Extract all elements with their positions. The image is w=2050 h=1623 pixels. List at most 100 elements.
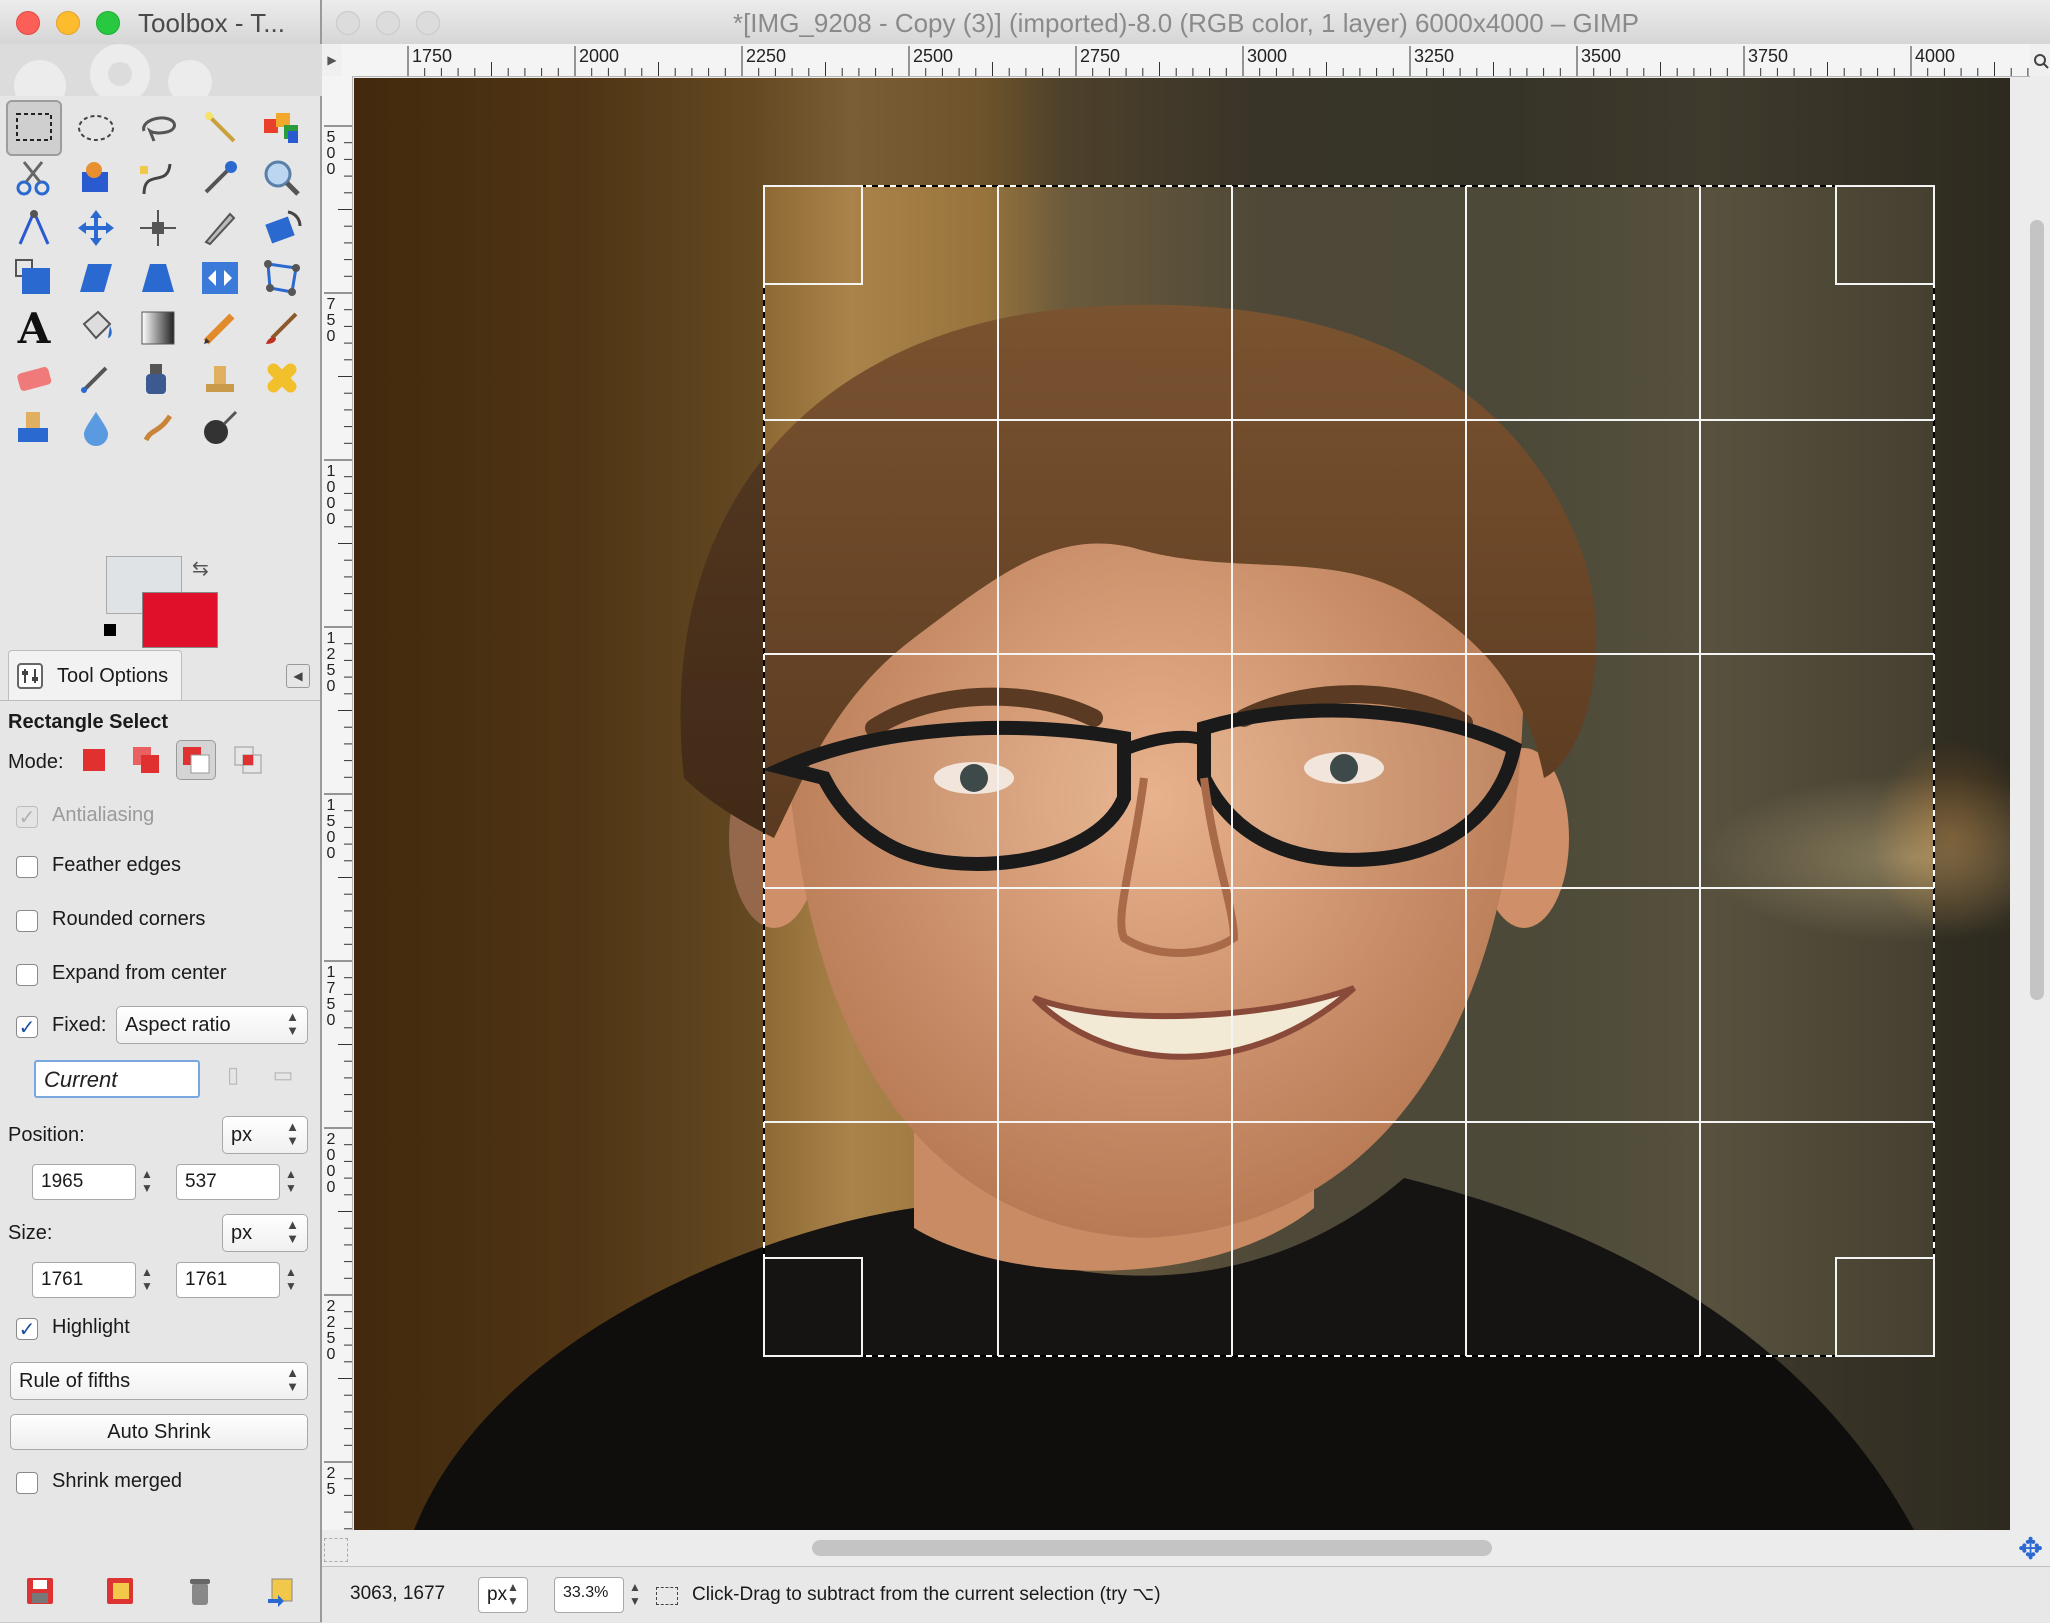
fixed-checkbox[interactable]: ✓ bbox=[16, 1016, 38, 1039]
tool-name: Rectangle Select bbox=[8, 711, 169, 733]
selection-rectangle[interactable] bbox=[354, 78, 2010, 1530]
mode-subtract-button[interactable] bbox=[176, 740, 216, 780]
scissors-select-tool[interactable] bbox=[6, 150, 62, 206]
position-y-input[interactable]: 537 ▲ ▼ bbox=[176, 1164, 297, 1200]
ruler-label: 2000 bbox=[579, 46, 620, 66]
quick-mask-menu-button[interactable]: ▶ bbox=[322, 44, 342, 76]
image-window: *[IMG_9208 - Copy (3)] (imported)-8.0 (R… bbox=[322, 0, 2050, 1623]
text-tool[interactable]: A bbox=[6, 300, 62, 356]
heal-tool[interactable] bbox=[254, 350, 310, 406]
fuzzy-select-tool[interactable] bbox=[192, 100, 248, 156]
blend-tool[interactable] bbox=[130, 300, 186, 356]
rotate-tool[interactable] bbox=[254, 200, 310, 256]
image-titlebar: *[IMG_9208 - Copy (3)] (imported)-8.0 (R… bbox=[322, 0, 2050, 45]
reset-options-icon[interactable] bbox=[264, 1575, 296, 1607]
zoom-window-button[interactable] bbox=[96, 11, 120, 35]
horizontal-scrollbar[interactable] bbox=[812, 1540, 1492, 1556]
foreground-color-swatch[interactable] bbox=[142, 592, 218, 648]
cage-transform-tool[interactable] bbox=[254, 250, 310, 306]
portrait-icon[interactable]: ▯ bbox=[218, 1062, 248, 1094]
size-width-input[interactable]: 1761 ▲ ▼ bbox=[32, 1262, 153, 1298]
flip-tool[interactable] bbox=[192, 250, 248, 306]
close-window-button[interactable] bbox=[16, 11, 40, 35]
pencil-tool[interactable] bbox=[192, 300, 248, 356]
foreground-select-tool[interactable] bbox=[68, 150, 124, 206]
rounded-corners-checkbox[interactable] bbox=[16, 910, 38, 932]
unit-select[interactable]: px ▲ ▼ bbox=[478, 1577, 528, 1613]
delete-options-icon[interactable] bbox=[184, 1575, 216, 1607]
aspect-ratio-entry[interactable]: Current bbox=[34, 1060, 200, 1098]
position-unit-select[interactable]: px ▲ ▼ bbox=[222, 1116, 308, 1154]
mode-replace-button[interactable] bbox=[74, 740, 114, 780]
save-options-icon[interactable] bbox=[24, 1575, 56, 1607]
scale-tool[interactable] bbox=[6, 250, 62, 306]
status-bar: 3063, 1677 px ▲ ▼ 33.3% ▲ ▼ Click-Drag to … bbox=[322, 1566, 2050, 1623]
highlight-label: Highlight bbox=[52, 1316, 130, 1338]
color-area: ⇆ bbox=[104, 556, 234, 648]
zoom-select[interactable]: 33.3% ▲ ▼ bbox=[554, 1577, 641, 1613]
bucket-fill-tool[interactable] bbox=[68, 300, 124, 356]
navigate-icon[interactable]: ✥ bbox=[2018, 1532, 2043, 1567]
shear-tool[interactable] bbox=[68, 250, 124, 306]
crop-tool[interactable] bbox=[192, 200, 248, 256]
rotate-icon bbox=[265, 210, 302, 244]
smudge-tool[interactable] bbox=[130, 400, 186, 456]
selection-border bbox=[763, 185, 1935, 1357]
expand-from-center-checkbox[interactable] bbox=[16, 964, 38, 986]
clone-tool[interactable] bbox=[192, 350, 248, 406]
fixed-mode-select[interactable]: Aspect ratio ▲ ▼ bbox=[116, 1006, 308, 1044]
configure-tab-button[interactable]: ◀ bbox=[286, 664, 310, 688]
selection-mode-icon bbox=[656, 1587, 678, 1605]
spin-arrows-icon[interactable]: ▲ ▼ bbox=[137, 1265, 157, 1293]
ruler-horizontal[interactable]: 1750 2000 2250 2500 2750 3000 3250 3500 3750 4000 bbox=[342, 44, 2030, 77]
move-tool[interactable] bbox=[68, 200, 124, 256]
minimize-window-button[interactable] bbox=[56, 11, 80, 35]
mode-add-button[interactable] bbox=[126, 740, 166, 780]
expand-from-center-label: Expand from center bbox=[52, 962, 227, 984]
ruler-vertical[interactable]: 500 750 1000 1250 1500 1750 2000 2250 25 bbox=[322, 76, 353, 1530]
select-by-color-tool[interactable] bbox=[254, 100, 310, 156]
size-unit-select[interactable]: px ▲ ▼ bbox=[222, 1214, 308, 1252]
perspective-tool[interactable] bbox=[130, 250, 186, 306]
ink-tool[interactable] bbox=[130, 350, 186, 406]
measure-tool[interactable] bbox=[6, 200, 62, 256]
image-canvas[interactable] bbox=[354, 78, 2010, 1530]
guides-select[interactable]: Rule of fifths ▲ ▼ bbox=[10, 1362, 308, 1400]
zoom-tool[interactable] bbox=[254, 150, 310, 206]
spin-arrows-icon[interactable]: ▲ ▼ bbox=[625, 1580, 645, 1608]
shrink-merged-checkbox[interactable] bbox=[16, 1472, 38, 1494]
paths-tool[interactable] bbox=[130, 150, 186, 206]
swap-colors-icon[interactable]: ⇆ bbox=[192, 556, 209, 581]
move-arrows-icon bbox=[78, 210, 114, 246]
highlight-checkbox[interactable]: ✓ bbox=[16, 1318, 38, 1341]
eraser-tool[interactable] bbox=[6, 350, 62, 406]
landscape-icon[interactable]: ▭ bbox=[266, 1062, 300, 1094]
airbrush-tool[interactable] bbox=[68, 350, 124, 406]
feather-edges-checkbox[interactable] bbox=[16, 856, 38, 878]
paintbrush-tool[interactable] bbox=[254, 300, 310, 356]
color-picker-tool[interactable] bbox=[192, 150, 248, 206]
tab-tool-options[interactable]: Tool Options bbox=[8, 650, 182, 703]
size-height-input[interactable]: 1761 ▲ ▼ bbox=[176, 1262, 297, 1298]
default-colors-icon[interactable] bbox=[104, 624, 116, 636]
position-x-input[interactable]: 1965 ▲ ▼ bbox=[32, 1164, 153, 1200]
antialiasing-checkbox[interactable]: ✓ bbox=[16, 806, 38, 829]
mode-intersect-button[interactable] bbox=[228, 740, 268, 780]
spin-arrows-icon[interactable]: ▲ ▼ bbox=[137, 1167, 157, 1195]
wilber-watermark-icon bbox=[14, 44, 212, 112]
auto-shrink-button[interactable]: Auto Shrink bbox=[10, 1414, 308, 1450]
ellipse-select-tool[interactable] bbox=[68, 100, 124, 156]
rect-select-tool[interactable] bbox=[6, 100, 62, 156]
dodge-burn-tool[interactable] bbox=[192, 400, 248, 456]
stamp-icon bbox=[206, 366, 234, 392]
alignment-tool[interactable] bbox=[130, 200, 186, 256]
blur-tool[interactable] bbox=[68, 400, 124, 456]
restore-options-icon[interactable] bbox=[104, 1575, 136, 1607]
free-select-tool[interactable] bbox=[130, 100, 186, 156]
vertical-scrollbar[interactable] bbox=[2030, 220, 2044, 1000]
spin-arrows-icon[interactable]: ▲ ▼ bbox=[281, 1265, 301, 1293]
spin-arrows-icon[interactable]: ▲ ▼ bbox=[281, 1167, 301, 1195]
zoom-fit-button[interactable] bbox=[2030, 44, 2050, 76]
toggle-quick-mask-button[interactable] bbox=[324, 1538, 348, 1562]
perspective-clone-tool[interactable] bbox=[6, 400, 62, 456]
